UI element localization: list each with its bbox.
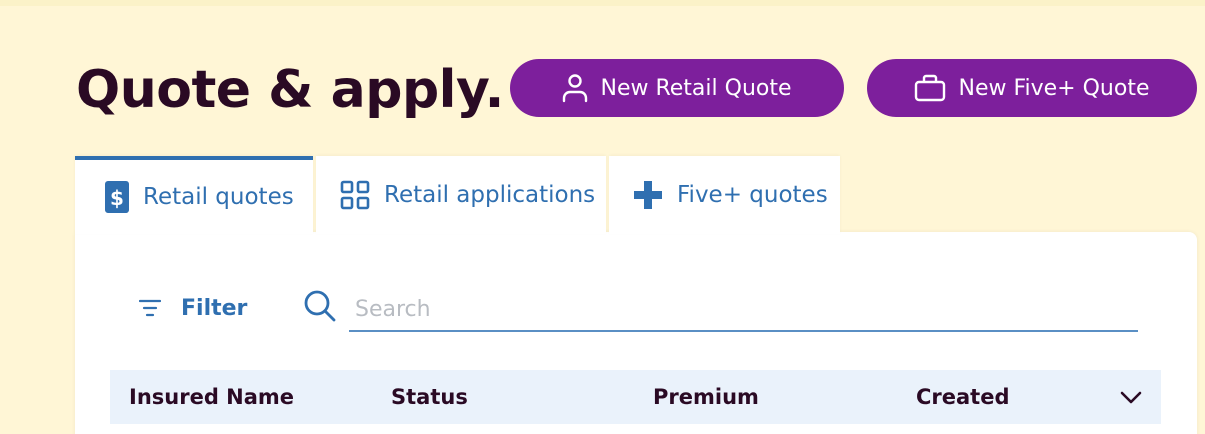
tab-retail-applications[interactable]: Retail applications xyxy=(316,156,606,234)
page-title: Quote & apply. xyxy=(76,60,504,120)
new-retail-quote-button[interactable]: New Retail Quote xyxy=(510,59,844,117)
new-five-plus-quote-button[interactable]: New Five+ Quote xyxy=(867,59,1197,117)
plus-icon xyxy=(633,180,663,210)
table-header: Insured Name Status Premium Created xyxy=(110,370,1161,424)
tab-five-plus-quotes[interactable]: Five+ quotes xyxy=(609,156,840,234)
page: Quote & apply. New Retail Quote New Five… xyxy=(0,0,1205,434)
search-icon xyxy=(303,289,337,323)
top-strip xyxy=(0,0,1205,6)
tab-label: Retail quotes xyxy=(143,184,294,210)
filter-button[interactable]: Filter xyxy=(139,290,247,326)
briefcase-icon xyxy=(914,74,946,102)
column-header-premium[interactable]: Premium xyxy=(653,370,759,424)
filter-label: Filter xyxy=(181,295,248,321)
expand-toggle-button[interactable] xyxy=(1117,384,1145,412)
chevron-down-icon xyxy=(1120,391,1142,405)
svg-text:$: $ xyxy=(110,186,124,210)
column-header-insured-name[interactable]: Insured Name xyxy=(129,370,294,424)
column-header-status[interactable]: Status xyxy=(391,370,468,424)
new-five-plus-quote-label: New Five+ Quote xyxy=(958,75,1150,101)
dollar-icon: $ xyxy=(105,181,129,213)
filter-icon xyxy=(139,299,161,317)
tab-retail-quotes[interactable]: $ Retail quotes xyxy=(75,156,313,234)
tab-label: Five+ quotes xyxy=(677,182,828,208)
column-header-created[interactable]: Created xyxy=(916,370,1010,424)
search-input[interactable] xyxy=(349,288,1138,332)
grid-icon xyxy=(340,180,370,210)
person-icon xyxy=(562,73,588,103)
tab-label: Retail applications xyxy=(384,182,596,208)
new-retail-quote-label: New Retail Quote xyxy=(600,75,792,101)
